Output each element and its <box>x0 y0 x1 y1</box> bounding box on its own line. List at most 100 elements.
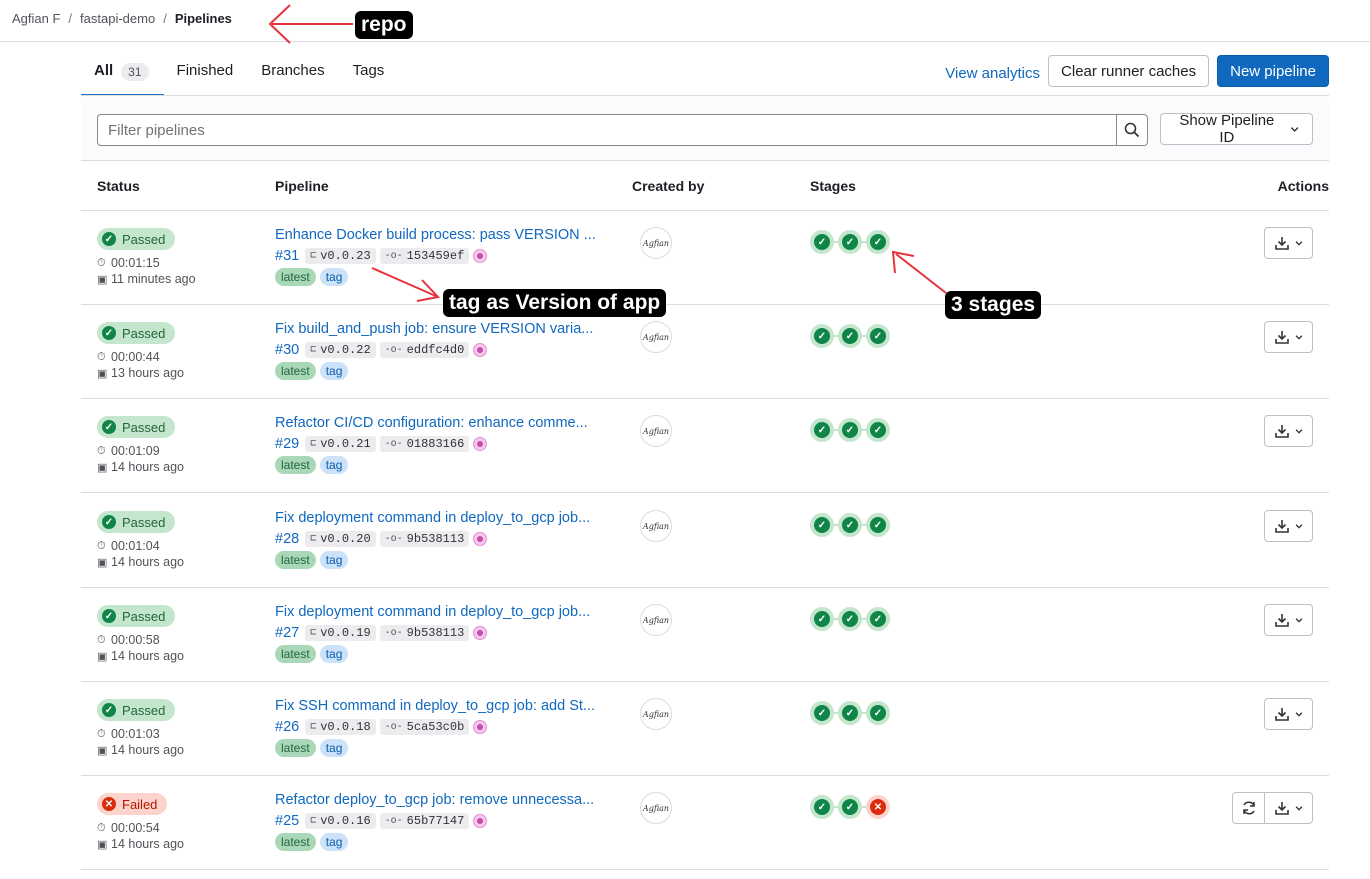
pipeline-id-link[interactable]: #30 <box>275 342 299 358</box>
pipeline-id-link[interactable]: #28 <box>275 531 299 547</box>
author-avatar-icon[interactable] <box>473 626 488 640</box>
pipeline-title-link[interactable]: Fix deployment command in deploy_to_gcp … <box>275 510 590 526</box>
finished-ago: 13 hours ago <box>111 366 184 380</box>
stage-success-icon[interactable]: ✓ <box>810 513 834 537</box>
download-artifacts-button[interactable] <box>1264 792 1313 824</box>
download-artifacts-button[interactable] <box>1264 227 1313 259</box>
tab-branches[interactable]: Branches <box>248 50 339 96</box>
pipeline-id-link[interactable]: #27 <box>275 625 299 641</box>
pipeline-id-link[interactable]: #26 <box>275 719 299 735</box>
stage-failed-icon[interactable]: ✕ <box>866 795 890 819</box>
stage-success-icon[interactable]: ✓ <box>810 324 834 348</box>
status-badge[interactable]: ✓ Passed <box>97 416 176 438</box>
breadcrumb-current[interactable]: Pipelines <box>175 11 232 26</box>
view-analytics-link[interactable]: View analytics <box>945 65 1040 82</box>
stage-success-icon[interactable]: ✓ <box>810 795 834 819</box>
stage-success-icon[interactable]: ✓ <box>810 418 834 442</box>
download-artifacts-button[interactable] <box>1264 415 1313 447</box>
chevron-down-icon <box>1295 524 1302 529</box>
commit-chip[interactable]: -o- 9b538113 <box>379 625 470 641</box>
pipeline-title-link[interactable]: Fix build_and_push job: ensure VERSION v… <box>275 321 593 337</box>
stage-success-icon[interactable]: ✓ <box>810 607 834 631</box>
status-badge[interactable]: ✓ Passed <box>97 228 176 250</box>
commit-sha: eddfc4d0 <box>406 343 465 357</box>
author-avatar-icon[interactable] <box>473 249 488 263</box>
show-pipeline-id-dropdown[interactable]: Show Pipeline ID <box>1160 112 1313 146</box>
ref-chip[interactable]: ⊏ v0.0.22 <box>305 342 376 358</box>
status-label: Passed <box>122 325 166 341</box>
stage-success-icon[interactable]: ✓ <box>838 324 862 348</box>
commit-chip[interactable]: -o- 9b538113 <box>379 531 470 547</box>
stage-success-icon[interactable]: ✓ <box>838 795 862 819</box>
author-avatar-icon[interactable] <box>473 437 488 451</box>
avatar[interactable]: Agfian <box>640 415 672 447</box>
ref-chip[interactable]: ⊏ v0.0.16 <box>305 813 376 829</box>
stage-success-icon[interactable]: ✓ <box>866 230 890 254</box>
table-row: ✓ Passed ⏱ 00:00:58 ▣ 14 hours ago Fix deploym… <box>81 588 1329 682</box>
commit-chip[interactable]: -o- 01883166 <box>379 436 470 452</box>
status-badge[interactable]: ✕ Failed <box>97 793 168 815</box>
status-badge[interactable]: ✓ Passed <box>97 605 176 627</box>
commit-chip[interactable]: -o-eddfc4d0 <box>379 342 470 358</box>
pipeline-id-link[interactable]: #31 <box>275 248 299 264</box>
author-avatar-icon[interactable] <box>473 814 488 828</box>
stage-success-icon[interactable]: ✓ <box>838 701 862 725</box>
avatar[interactable]: Agfian <box>640 604 672 636</box>
tab-tags[interactable]: Tags <box>340 50 400 96</box>
breadcrumb-project[interactable]: fastapi-demo <box>80 11 155 26</box>
stage-success-icon[interactable]: ✓ <box>810 230 834 254</box>
search-button[interactable] <box>1116 114 1148 146</box>
ref-chip[interactable]: ⊏ v0.0.21 <box>305 436 376 452</box>
pipeline-title-link[interactable]: Enhance Docker build process: pass VERSI… <box>275 227 596 243</box>
stage-success-icon[interactable]: ✓ <box>838 513 862 537</box>
stage-success-icon[interactable]: ✓ <box>838 418 862 442</box>
commit-chip[interactable]: -o- 153459ef <box>379 248 470 264</box>
status-badge[interactable]: ✓ Passed <box>97 322 176 344</box>
stage-success-icon[interactable]: ✓ <box>838 230 862 254</box>
tab-all[interactable]: All 31 <box>81 50 164 96</box>
stage-success-icon[interactable]: ✓ <box>810 701 834 725</box>
stage-success-icon[interactable]: ✓ <box>866 607 890 631</box>
avatar[interactable]: Agfian <box>640 510 672 542</box>
download-artifacts-button[interactable] <box>1264 510 1313 542</box>
download-artifacts-button[interactable] <box>1264 698 1313 730</box>
commit-chip[interactable]: -o- 5ca53c0b <box>379 719 470 735</box>
stage-success-icon[interactable]: ✓ <box>866 513 890 537</box>
status-badge[interactable]: ✓ Passed <box>97 511 176 533</box>
ref-chip[interactable]: ⊏ v0.0.18 <box>305 719 376 735</box>
avatar[interactable]: Agfian <box>640 227 672 259</box>
pipeline-title-link[interactable]: Refactor CI/CD configuration: enhance co… <box>275 415 588 431</box>
download-icon <box>1274 237 1289 250</box>
breadcrumb-user[interactable]: Agfian F <box>12 11 60 26</box>
status-badge[interactable]: ✓ Passed <box>97 699 176 721</box>
ref-chip[interactable]: ⊏ v0.0.20 <box>305 531 376 547</box>
pipeline-title-link[interactable]: Fix deployment command in deploy_to_gcp … <box>275 604 590 620</box>
ref-chip[interactable]: ⊏ v0.0.23 <box>305 248 376 264</box>
new-pipeline-button[interactable]: New pipeline <box>1217 55 1329 87</box>
author-avatar-icon[interactable] <box>473 720 488 734</box>
author-avatar-icon[interactable] <box>473 343 488 357</box>
stage-success-icon[interactable]: ✓ <box>866 418 890 442</box>
stage-success-icon[interactable]: ✓ <box>838 607 862 631</box>
ref-name: v0.0.19 <box>320 626 371 640</box>
clear-runner-caches-button[interactable]: Clear runner caches <box>1048 55 1210 87</box>
pipeline-id-link[interactable]: #29 <box>275 436 299 452</box>
commit-chip[interactable]: -o- 65b77147 <box>379 813 470 829</box>
stage-success-icon[interactable]: ✓ <box>866 324 890 348</box>
pipeline-ref-line: #31 ⊏ v0.0.23 -o- 153459ef <box>275 248 488 264</box>
filter-pipelines-input[interactable]: Filter pipelines <box>97 114 1117 146</box>
avatar[interactable]: Agfian <box>640 321 672 353</box>
avatar[interactable]: Agfian <box>640 792 672 824</box>
pipeline-id-link[interactable]: #25 <box>275 813 299 829</box>
tab-finished[interactable]: Finished <box>164 50 249 96</box>
download-artifacts-button[interactable] <box>1264 321 1313 353</box>
pipeline-title-link[interactable]: Refactor deploy_to_gcp job: remove unnec… <box>275 792 594 808</box>
ref-chip[interactable]: ⊏ v0.0.19 <box>305 625 376 641</box>
author-avatar-icon[interactable] <box>473 532 488 546</box>
avatar[interactable]: Agfian <box>640 698 672 730</box>
retry-button[interactable] <box>1232 792 1265 824</box>
duration-value: 00:01:09 <box>111 444 160 458</box>
stage-success-icon[interactable]: ✓ <box>866 701 890 725</box>
pipeline-title-link[interactable]: Fix SSH command in deploy_to_gcp job: ad… <box>275 698 595 714</box>
download-artifacts-button[interactable] <box>1264 604 1313 636</box>
